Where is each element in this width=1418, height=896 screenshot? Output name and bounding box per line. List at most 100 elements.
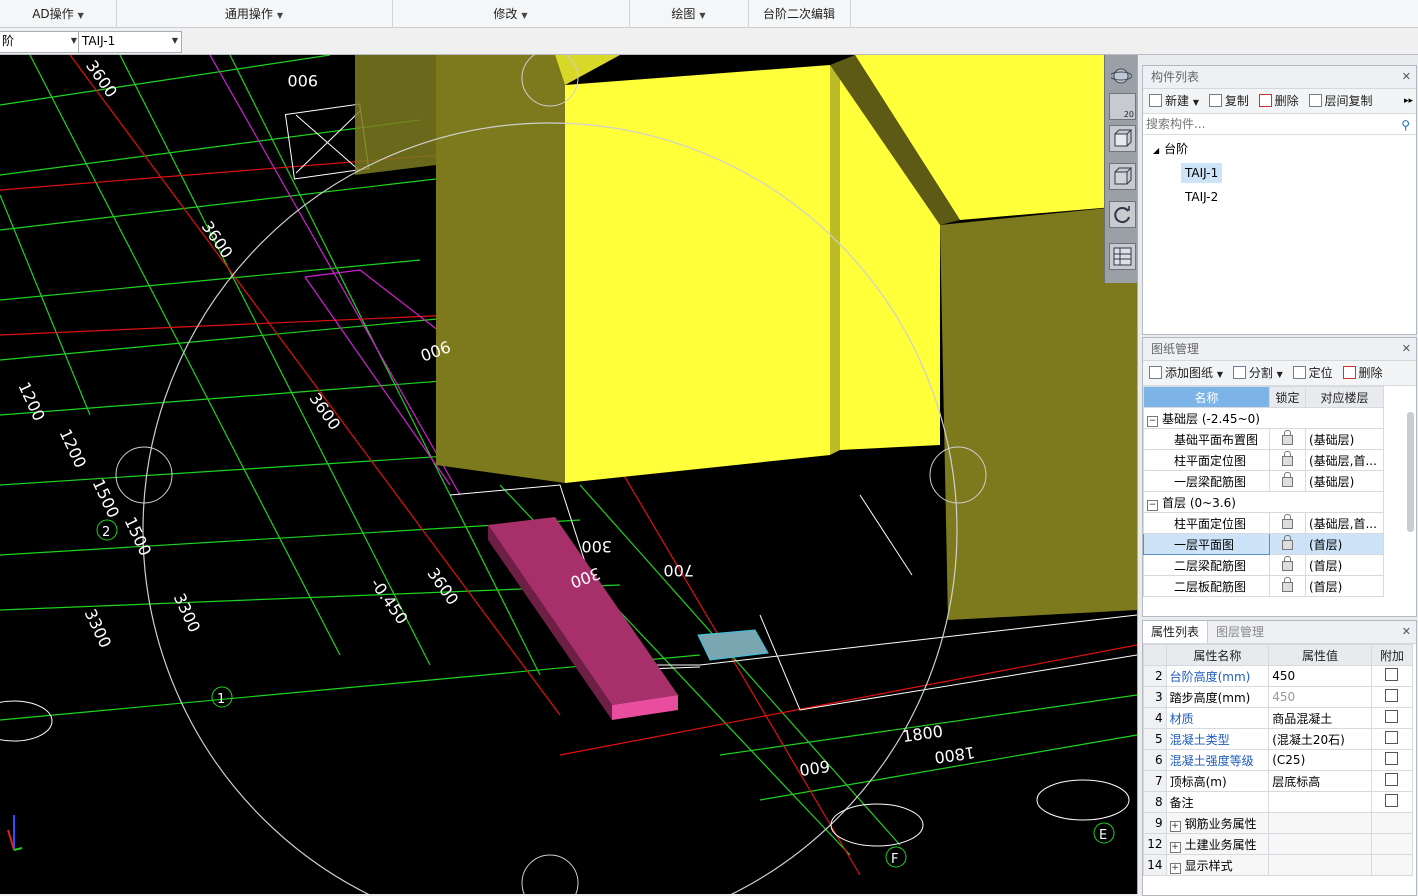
scrollbar[interactable] [1407,412,1414,532]
component-type-select[interactable]: 阶 ▼ [0,31,81,53]
split-drawing-button[interactable]: 分割 ▼ [1232,361,1283,385]
search-icon[interactable]: ⚲ [1401,115,1410,135]
select-value: 阶 [2,34,15,48]
overflow-icon[interactable]: ▸▸ [1404,89,1413,113]
close-icon[interactable]: ✕ [1402,338,1411,360]
lock-icon[interactable] [1282,577,1293,592]
expand-icon[interactable]: + [1169,862,1181,874]
ribbon-group-modify[interactable]: 修改 ▼ [392,0,630,28]
table-row[interactable]: 二层板配筋图 (首层) [1143,575,1384,597]
group-row[interactable]: − 基础层 (-2.45~0) [1143,407,1384,429]
ribbon-group-cad[interactable]: AD操作 ▼ [0,0,117,28]
tree-item-taij-1[interactable]: TAIJ-1 [1181,163,1223,183]
delete-component-button[interactable]: 删除 [1258,89,1299,113]
lock-icon[interactable] [1282,514,1293,529]
property-row[interactable]: 6 混凝土强度等级 (C25) [1143,749,1414,771]
property-value-input[interactable]: (C25) [1268,749,1372,771]
property-group-row[interactable]: 12 + 土建业务属性 [1143,833,1414,855]
orbit-globe-button[interactable] [1109,63,1134,88]
locate-drawing-button[interactable]: 定位 [1292,361,1333,385]
button-label: 定位 [1308,366,1333,380]
new-icon [1149,94,1162,107]
expand-icon[interactable]: + [1169,820,1181,832]
property-value-input[interactable] [1268,791,1372,813]
close-icon[interactable]: ✕ [1402,66,1411,88]
lock-icon[interactable] [1282,430,1293,445]
extra-checkbox[interactable] [1385,668,1399,681]
property-group-label: 显示样式 [1184,858,1233,873]
row-number: 8 [1143,791,1167,813]
property-name: 混凝土类型 [1165,728,1270,750]
cad-viewport[interactable]: 3600 900 3600 900 3600 300 300 700 3600 … [0,55,1137,894]
tab-layer-management[interactable]: 图层管理 [1208,621,1272,643]
column-header-name[interactable]: 名称 [1143,386,1270,408]
chevron-down-icon: ▼ [70,36,77,45]
property-row[interactable]: 5 混凝土类型 (混凝土20石) [1143,728,1414,750]
cad-drawing: 3600 900 3600 900 3600 300 300 700 3600 … [0,55,1137,894]
tree-root-step[interactable]: ◢ 台阶 [1153,139,1188,159]
property-group-row[interactable]: 9 + 钢筋业务属性 [1143,812,1414,834]
property-row[interactable]: 2 台阶高度(mm) 450 [1143,665,1414,687]
group-row[interactable]: − 首层 (0~3.6) [1143,491,1384,513]
property-value-input[interactable]: (混凝土20石) [1268,728,1372,750]
tab-properties[interactable]: 属性列表 [1143,621,1209,643]
property-group-row[interactable]: 14 + 显示样式 [1143,854,1414,876]
table-row[interactable]: 一层梁配筋图 (基础层) [1143,470,1384,492]
property-value-input[interactable]: 商品混凝土 [1268,707,1372,729]
property-value-input[interactable]: 层底标高 [1268,770,1372,792]
table-row[interactable]: 二层梁配筋图 (首层) [1143,554,1384,576]
table-row-selected[interactable]: 一层平面图 (首层) [1143,533,1384,555]
copy-component-button[interactable]: 复制 [1208,89,1249,113]
extra-checkbox[interactable] [1385,731,1399,744]
extra-checkbox[interactable] [1385,710,1399,723]
new-component-button[interactable]: 新建 ▼ [1149,89,1199,113]
property-row[interactable]: 3 踏步高度(mm) 450 [1143,686,1414,708]
lock-icon[interactable] [1282,535,1293,550]
collapse-icon[interactable]: − [1147,415,1158,427]
button-label: 新建 [1165,94,1190,108]
column-header-lock[interactable]: 锁定 [1269,386,1306,408]
drawing-name: 二层梁配筋图 [1143,554,1270,576]
lock-icon[interactable] [1282,472,1293,487]
extra-checkbox[interactable] [1385,773,1399,786]
component-search-input[interactable]: 搜索构件... ⚲ [1143,114,1416,135]
ribbon-group-step-edit[interactable]: 台阶二次编辑 [748,0,851,28]
property-value-input[interactable]: 450 [1268,665,1372,687]
property-value-input[interactable]: 450 [1268,686,1372,708]
table-row[interactable]: 柱平面定位图 (基础层,首... [1143,512,1384,534]
component-toolbar: 新建 ▼ 复制 删除 层间复制 ▸▸ [1143,89,1416,114]
extra-checkbox[interactable] [1385,752,1399,765]
add-drawing-button[interactable]: 添加图纸 ▼ [1149,361,1223,385]
property-row[interactable]: 8 备注 [1143,791,1414,813]
delete-drawing-button[interactable]: 删除 [1342,361,1383,385]
drawing-name: 一层平面图 [1143,533,1270,555]
extra-checkbox[interactable] [1385,794,1399,807]
table-row[interactable]: 柱平面定位图 (基础层,首... [1143,449,1384,471]
expand-icon[interactable]: + [1169,841,1181,853]
lock-icon[interactable] [1282,451,1293,466]
component-name-select[interactable]: TAIJ-1 ▼ [78,31,182,53]
layer-display-button[interactable] [1109,243,1136,270]
display-mode-button[interactable] [1109,163,1136,190]
collapse-icon[interactable]: − [1147,499,1158,511]
property-row[interactable]: 7 顶标高(m) 层底标高 [1143,770,1414,792]
zoom-level-button[interactable]: 20 [1109,93,1136,120]
drawing-floor: (首层) [1305,554,1384,576]
ribbon-group-draw[interactable]: 绘图 ▼ [629,0,749,28]
column-header-floor[interactable]: 对应楼层 [1305,386,1384,408]
rotate-button[interactable] [1109,201,1136,228]
floor-copy-button[interactable]: 层间复制 [1308,89,1373,113]
extra-checkbox[interactable] [1385,689,1399,702]
chevron-down-icon: ▼ [1216,370,1223,379]
ribbon-group-label: 绘图 [671,7,696,21]
view-cube-button[interactable] [1109,125,1136,152]
lock-icon[interactable] [1282,556,1293,571]
table-row[interactable]: 基础平面布置图 (基础层) [1143,428,1384,450]
tree-item-taij-2[interactable]: TAIJ-2 [1185,187,1218,207]
row-number: 12 [1143,833,1167,855]
chevron-down-icon: ▼ [171,36,178,45]
ribbon-group-general[interactable]: 通用操作 ▼ [116,0,393,28]
close-icon[interactable]: ✕ [1402,621,1411,643]
row-number: 9 [1143,812,1167,834]
property-row[interactable]: 4 材质 商品混凝土 [1143,707,1414,729]
